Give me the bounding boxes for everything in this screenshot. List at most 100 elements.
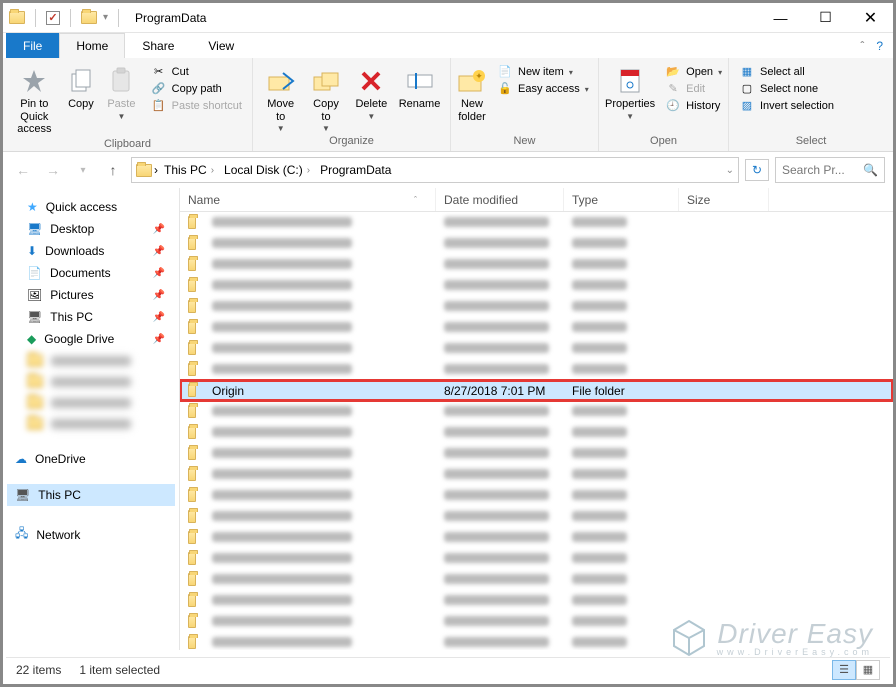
svg-text:✦: ✦ — [475, 71, 483, 81]
file-row-blurred[interactable] — [180, 275, 893, 296]
file-row-blurred[interactable] — [180, 527, 893, 548]
recent-locations-button[interactable]: ▾ — [71, 158, 95, 182]
breadcrumb-this-pc[interactable]: This PC› — [160, 163, 218, 177]
file-row-blurred[interactable] — [180, 485, 893, 506]
nav-network[interactable]: 🖧Network — [7, 520, 175, 549]
invert-selection-button[interactable]: ▨Invert selection — [735, 98, 838, 113]
file-row-blurred[interactable] — [180, 233, 893, 254]
breadcrumb-programdata[interactable]: ProgramData — [316, 163, 395, 177]
ribbon-collapse-icon[interactable]: ˆ — [860, 39, 864, 53]
nav-blurred-item[interactable] — [7, 413, 175, 434]
selection-count: 1 item selected — [79, 663, 160, 677]
easy-access-button[interactable]: 🔓Easy access ▾ — [493, 81, 593, 96]
up-button[interactable]: ↑ — [101, 158, 125, 182]
file-row-blurred[interactable] — [180, 443, 893, 464]
file-row-blurred[interactable] — [180, 338, 893, 359]
properties-button[interactable]: Properties▼ — [605, 62, 655, 123]
file-row-blurred[interactable] — [180, 317, 893, 338]
select-none-button[interactable]: ▢Select none — [735, 81, 838, 96]
nav-pictures[interactable]: 🖼Pictures📌 — [7, 284, 175, 306]
tab-view[interactable]: View — [191, 33, 251, 58]
col-type-header[interactable]: Type — [564, 188, 679, 211]
qat-overflow-icon[interactable]: ▾ — [103, 12, 108, 23]
file-row-origin[interactable]: Origin8/27/2018 7:01 PMFile folder — [180, 380, 893, 401]
nav-desktop[interactable]: 🖥Desktop📌 — [7, 218, 175, 240]
open-button[interactable]: 📂Open ▾ — [661, 64, 726, 79]
refresh-button[interactable]: ↻ — [745, 159, 769, 181]
file-row-blurred[interactable] — [180, 590, 893, 611]
nav-blurred-item[interactable] — [7, 392, 175, 413]
gdrive-icon: ◆ — [27, 332, 36, 346]
copy-button[interactable]: Copy — [62, 62, 100, 113]
pin-to-quick-access-button[interactable]: Pin to Quick access — [9, 62, 60, 138]
nav-this-pc-pinned[interactable]: 🖥This PC📌 — [7, 306, 175, 328]
breadcrumb[interactable]: › This PC› Local Disk (C:)› ProgramData … — [131, 157, 739, 183]
paste-shortcut-button: 📋Paste shortcut — [147, 98, 246, 113]
new-item-button[interactable]: 📄New item ▾ — [493, 64, 593, 79]
file-row-blurred[interactable] — [180, 569, 893, 590]
file-row-blurred[interactable] — [180, 254, 893, 275]
file-row-blurred[interactable] — [180, 548, 893, 569]
copy-to-button[interactable]: Copy to▼ — [304, 62, 347, 135]
maximize-button[interactable]: ☐ — [803, 3, 848, 33]
select-all-button[interactable]: ▦Select all — [735, 64, 838, 79]
tab-home[interactable]: Home — [59, 33, 125, 58]
nav-quick-access[interactable]: ★Quick access — [7, 196, 175, 218]
breadcrumb-dropdown-icon[interactable]: ⌄ — [726, 165, 734, 176]
file-row-blurred[interactable] — [180, 464, 893, 485]
nav-onedrive[interactable]: ☁OneDrive — [7, 448, 175, 470]
nav-documents[interactable]: 📄Documents📌 — [7, 262, 175, 284]
onedrive-icon: ☁ — [15, 452, 27, 466]
nav-this-pc[interactable]: 🖥This PC — [7, 484, 175, 506]
select-none-icon: ▢ — [739, 82, 755, 95]
new-item-icon: 📄 — [497, 65, 513, 78]
pc-icon: 🖥 — [15, 488, 30, 502]
file-list: Nameˆ Date modified Type Size Origin8/27… — [180, 188, 893, 650]
nav-google-drive[interactable]: ◆Google Drive📌 — [7, 328, 175, 350]
close-button[interactable]: ✕ — [848, 3, 893, 33]
file-row-blurred[interactable] — [180, 296, 893, 317]
paste-shortcut-icon: 📋 — [151, 99, 167, 112]
sort-asc-icon: ˆ — [414, 195, 417, 205]
file-row-blurred[interactable] — [180, 611, 893, 632]
new-folder-button[interactable]: ✦ New folder — [457, 62, 487, 125]
file-row-blurred[interactable] — [180, 401, 893, 422]
navigation-pane: ★Quick access 🖥Desktop📌 ⬇Downloads📌 📄Doc… — [3, 188, 180, 650]
tab-share[interactable]: Share — [125, 33, 191, 58]
details-view-button[interactable]: ☰ — [832, 660, 856, 680]
help-icon[interactable]: ? — [876, 39, 883, 53]
search-input[interactable]: Search Pr... 🔍 — [775, 157, 885, 183]
copy-path-button[interactable]: 🔗Copy path — [147, 81, 246, 96]
nav-blurred-item[interactable] — [7, 350, 175, 371]
qat-properties-icon[interactable]: ✓ — [46, 11, 60, 25]
open-icon: 📂 — [665, 65, 681, 78]
invert-selection-icon: ▨ — [739, 99, 755, 112]
status-bar: 22 items 1 item selected ☰ ▦ — [6, 657, 890, 681]
delete-button[interactable]: Delete▼ — [350, 62, 393, 123]
history-button[interactable]: 🕘History — [661, 98, 726, 113]
file-row-blurred[interactable] — [180, 632, 893, 650]
star-icon: ★ — [27, 200, 38, 214]
tab-file[interactable]: File — [6, 33, 59, 58]
file-row-blurred[interactable] — [180, 212, 893, 233]
col-name-header[interactable]: Nameˆ — [180, 188, 436, 211]
col-date-header[interactable]: Date modified — [436, 188, 564, 211]
rename-button[interactable]: Rename — [395, 62, 444, 113]
file-row-blurred[interactable] — [180, 359, 893, 380]
move-to-button[interactable]: Move to▼ — [259, 62, 302, 135]
cut-button[interactable]: ✂Cut — [147, 64, 246, 79]
large-icons-view-button[interactable]: ▦ — [856, 660, 880, 680]
file-row-blurred[interactable] — [180, 506, 893, 527]
nav-downloads[interactable]: ⬇Downloads📌 — [7, 240, 175, 262]
pictures-icon: 🖼 — [27, 288, 42, 302]
nav-blurred-item[interactable] — [7, 371, 175, 392]
minimize-button[interactable]: — — [758, 3, 803, 33]
qat-folder-icon[interactable] — [81, 11, 97, 24]
breadcrumb-local-disk[interactable]: Local Disk (C:)› — [220, 163, 314, 177]
pin-icon: 📌 — [153, 312, 165, 323]
back-button[interactable]: ← — [11, 158, 35, 182]
history-icon: 🕘 — [665, 99, 681, 112]
col-size-header[interactable]: Size — [679, 188, 769, 211]
copy-path-icon: 🔗 — [151, 82, 167, 95]
file-row-blurred[interactable] — [180, 422, 893, 443]
